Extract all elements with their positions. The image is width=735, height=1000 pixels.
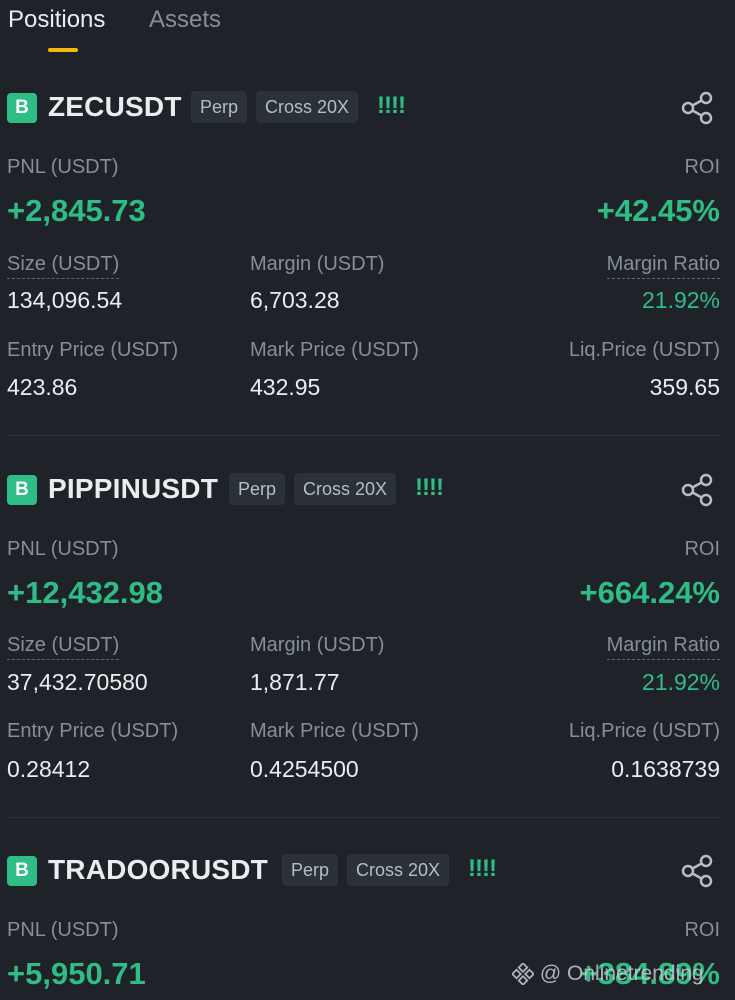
liq-price-value: 359.65 bbox=[649, 374, 720, 400]
adl-indicator-icon: !!!! bbox=[377, 92, 406, 119]
mark-price-label: Mark Price (USDT) bbox=[250, 720, 419, 742]
roi-label: ROI bbox=[684, 919, 720, 941]
roi-value: +664.24% bbox=[579, 575, 720, 610]
tab-bar: Positions Assets bbox=[8, 0, 728, 60]
position-symbol[interactable]: ZECUSDT bbox=[48, 91, 182, 123]
mark-price-label: Mark Price (USDT) bbox=[250, 339, 419, 361]
mark-price-value: 0.4254500 bbox=[250, 756, 359, 782]
margin-value: 6,703.28 bbox=[250, 287, 340, 313]
share-icon[interactable] bbox=[679, 90, 715, 126]
position-header: B TRADOORUSDT Perp Cross 20X !!!! bbox=[7, 853, 727, 889]
share-icon[interactable] bbox=[679, 472, 715, 508]
contract-type-tag: Perp bbox=[282, 854, 339, 886]
roi-label: ROI bbox=[684, 538, 720, 560]
tab-assets[interactable]: Assets bbox=[149, 6, 221, 34]
position-symbol[interactable]: TRADOORUSDT bbox=[48, 854, 268, 886]
entry-price-label: Entry Price (USDT) bbox=[7, 339, 179, 361]
liq-price-label: Liq.Price (USDT) bbox=[568, 339, 720, 361]
pnl-label: PNL (USDT) bbox=[7, 538, 119, 560]
position-header: B ZECUSDT Perp Cross 20X !!!! bbox=[7, 90, 727, 126]
tab-positions[interactable]: Positions bbox=[8, 6, 105, 34]
entry-price-label: Entry Price (USDT) bbox=[7, 720, 179, 742]
watermark-text: @ Onlinetrending bbox=[539, 962, 704, 985]
divider bbox=[7, 817, 720, 818]
pnl-value: +5,950.71 bbox=[7, 956, 146, 991]
size-label[interactable]: Size (USDT) bbox=[7, 253, 120, 279]
leverage-tag[interactable]: Cross 20X bbox=[347, 854, 450, 886]
margin-value: 1,871.77 bbox=[250, 669, 340, 695]
adl-indicator-icon: !!!! bbox=[415, 474, 444, 501]
pnl-label: PNL (USDT) bbox=[7, 156, 119, 178]
size-value: 37,432.70580 bbox=[7, 669, 148, 695]
share-icon[interactable] bbox=[679, 853, 715, 889]
active-tab-indicator bbox=[48, 48, 78, 52]
pnl-value: +2,845.73 bbox=[7, 193, 146, 228]
contract-type-tag: Perp bbox=[229, 473, 286, 505]
entry-price-value: 423.86 bbox=[7, 374, 78, 400]
margin-ratio-label[interactable]: Margin Ratio bbox=[606, 253, 720, 279]
position-card: B PIPPINUSDT Perp Cross 20X !!!! PNL (US… bbox=[0, 472, 735, 818]
leverage-tag[interactable]: Cross 20X bbox=[256, 91, 359, 123]
liq-price-label: Liq.Price (USDT) bbox=[568, 720, 720, 742]
mark-price-value: 432.95 bbox=[250, 374, 321, 400]
divider bbox=[7, 435, 720, 436]
pnl-value: +12,432.98 bbox=[7, 575, 164, 610]
position-header: B PIPPINUSDT Perp Cross 20X !!!! bbox=[7, 472, 727, 508]
margin-ratio-value: 21.92% bbox=[641, 287, 720, 313]
margin-label: Margin (USDT) bbox=[250, 634, 385, 656]
side-badge: B bbox=[7, 856, 37, 886]
binance-logo-icon bbox=[512, 963, 534, 986]
size-value: 134,096.54 bbox=[7, 287, 123, 313]
contract-type-tag: Perp bbox=[191, 91, 248, 123]
margin-ratio-value: 21.92% bbox=[641, 669, 720, 695]
roi-label: ROI bbox=[684, 156, 720, 178]
side-badge: B bbox=[7, 475, 37, 505]
liq-price-value: 0.1638739 bbox=[611, 756, 720, 782]
position-card: B ZECUSDT Perp Cross 20X !!!! PNL (USDT)… bbox=[0, 90, 735, 436]
size-label[interactable]: Size (USDT) bbox=[7, 634, 120, 660]
margin-label: Margin (USDT) bbox=[250, 253, 385, 275]
pnl-label: PNL (USDT) bbox=[7, 919, 119, 941]
margin-ratio-label[interactable]: Margin Ratio bbox=[606, 634, 720, 660]
entry-price-value: 0.28412 bbox=[7, 756, 91, 782]
roi-value: +42.45% bbox=[596, 193, 720, 228]
adl-indicator-icon: !!!! bbox=[468, 855, 497, 882]
side-badge: B bbox=[7, 93, 37, 123]
watermark: @ Onlinetrending bbox=[512, 962, 704, 986]
leverage-tag[interactable]: Cross 20X bbox=[294, 473, 397, 505]
position-symbol[interactable]: PIPPINUSDT bbox=[48, 473, 218, 505]
